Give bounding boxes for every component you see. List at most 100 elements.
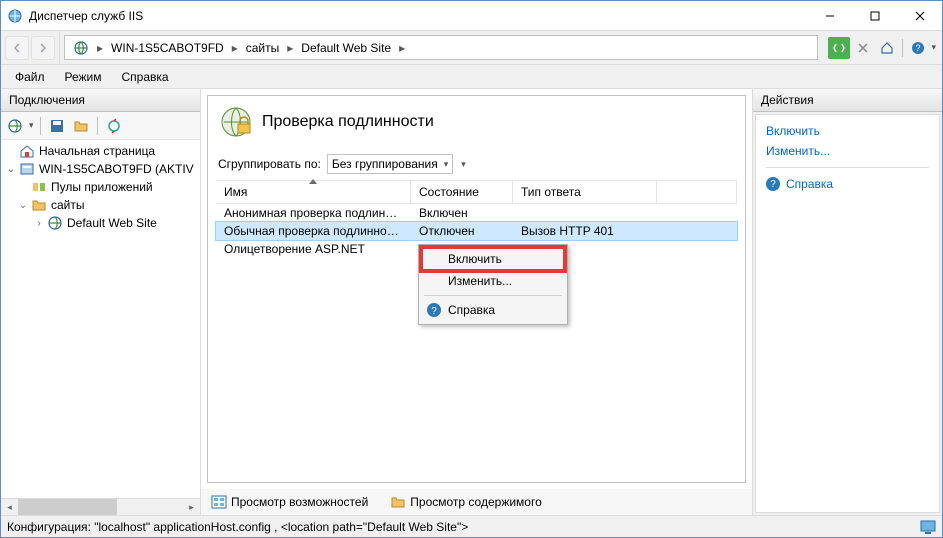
tab-features-label: Просмотр возможностей bbox=[231, 495, 368, 509]
group-by-select[interactable]: Без группирования ▾ bbox=[327, 154, 453, 174]
nav-back-button[interactable] bbox=[5, 36, 29, 60]
close-button[interactable] bbox=[897, 1, 942, 30]
actions-body: Включить Изменить... ? Справка bbox=[755, 114, 940, 513]
content-view-icon bbox=[390, 494, 406, 510]
action-edit[interactable]: Изменить... bbox=[766, 141, 929, 161]
tree-app-pools-label: Пулы приложений bbox=[49, 180, 153, 194]
tree-sites[interactable]: ⌄ сайты bbox=[1, 196, 200, 214]
feature-view: Проверка подлинности Сгруппировать по: Б… bbox=[207, 95, 746, 483]
tab-content-view[interactable]: Просмотр содержимого bbox=[384, 491, 547, 513]
tab-content-label: Просмотр содержимого bbox=[410, 495, 541, 509]
menu-help[interactable]: Справка bbox=[112, 68, 179, 86]
cell-state: Отключен bbox=[411, 224, 513, 238]
statusbar: Конфигурация: "localhost" applicationHos… bbox=[1, 515, 942, 537]
actions-header: Действия bbox=[753, 89, 942, 112]
house-icon bbox=[19, 143, 35, 159]
column-name[interactable]: Имя bbox=[216, 181, 411, 203]
refresh-button[interactable] bbox=[828, 37, 850, 59]
titlebar: Диспетчер служб IIS bbox=[1, 1, 942, 31]
horizontal-scrollbar[interactable]: ◂ ▸ bbox=[1, 498, 200, 515]
nav-forward-button[interactable] bbox=[31, 36, 55, 60]
ctx-edit[interactable]: Изменить... bbox=[422, 270, 564, 292]
breadcrumb[interactable]: ▸ WIN-1S5CABOT9FD ▸ сайты ▸ Default Web … bbox=[64, 35, 818, 60]
scroll-right-button[interactable]: ▸ bbox=[183, 499, 200, 515]
center-footer-tabs: Просмотр возможностей Просмотр содержимо… bbox=[201, 489, 752, 515]
tree-server-label: WIN-1S5CABOT9FD (AKTIV bbox=[37, 162, 194, 176]
stop-button[interactable] bbox=[852, 37, 874, 59]
breadcrumb-server[interactable]: WIN-1S5CABOT9FD bbox=[107, 36, 228, 59]
grouping-extra-dropdown[interactable]: ▾ bbox=[461, 159, 466, 170]
column-response[interactable]: Тип ответа bbox=[513, 181, 657, 203]
site-icon bbox=[47, 215, 63, 231]
ctx-help[interactable]: ? Справка bbox=[422, 299, 564, 321]
context-menu: Включить Изменить... ? Справка bbox=[418, 244, 568, 325]
chevron-right-icon[interactable]: ▸ bbox=[285, 41, 295, 55]
ctx-edit-label: Изменить... bbox=[448, 274, 512, 288]
action-help[interactable]: ? Справка bbox=[766, 174, 929, 194]
status-monitor-icon bbox=[920, 519, 936, 535]
tab-features-view[interactable]: Просмотр возможностей bbox=[205, 491, 374, 513]
chevron-right-icon[interactable]: ▸ bbox=[95, 41, 105, 55]
list-body: Анонимная проверка подлинно... Включен О… bbox=[216, 204, 737, 474]
center-panel: Проверка подлинности Сгруппировать по: Б… bbox=[201, 89, 752, 515]
chevron-right-icon[interactable]: ▸ bbox=[397, 41, 407, 55]
breadcrumb-default-site[interactable]: Default Web Site bbox=[297, 36, 395, 59]
minimize-button[interactable] bbox=[807, 1, 852, 30]
scroll-left-button[interactable]: ◂ bbox=[1, 499, 18, 515]
group-by-label: Сгруппировать по: bbox=[218, 157, 321, 171]
tree-start-label: Начальная страница bbox=[37, 144, 155, 158]
tree-default-site-label: Default Web Site bbox=[65, 216, 157, 230]
cell-state: Включен bbox=[411, 206, 513, 220]
expander-icon[interactable]: ⌄ bbox=[5, 164, 17, 175]
main-area: Подключения ▾ Начальная страница ⌄ WIN-1… bbox=[1, 89, 942, 515]
chevron-down-icon: ▾ bbox=[444, 159, 449, 170]
scroll-thumb[interactable] bbox=[18, 499, 117, 515]
menu-mode[interactable]: Режим bbox=[55, 68, 112, 86]
maximize-button[interactable] bbox=[852, 1, 897, 30]
action-help-label: Справка bbox=[786, 177, 833, 191]
refresh-tree-button[interactable] bbox=[104, 116, 124, 136]
app-pools-icon bbox=[31, 179, 47, 195]
action-edit-label: Изменить... bbox=[766, 144, 830, 158]
menu-file[interactable]: Файл bbox=[5, 68, 55, 86]
column-extra[interactable] bbox=[657, 181, 737, 203]
page-title: Проверка подлинности bbox=[262, 113, 434, 131]
ctx-help-label: Справка bbox=[448, 303, 495, 317]
cell-name: Олицетворение ASP.NET bbox=[216, 242, 411, 256]
tree-start-page[interactable]: Начальная страница bbox=[1, 142, 200, 160]
help-icon: ? bbox=[426, 302, 442, 318]
list-row[interactable]: Обычная проверка подлинности Отключен Вы… bbox=[216, 222, 737, 240]
status-text: Конфигурация: "localhost" applicationHos… bbox=[7, 520, 468, 534]
connections-header: Подключения bbox=[1, 89, 200, 112]
auth-list: Имя Состояние Тип ответа Анонимная прове… bbox=[216, 180, 737, 474]
navbar: ▸ WIN-1S5CABOT9FD ▸ сайты ▸ Default Web … bbox=[1, 31, 942, 65]
open-folder-button[interactable] bbox=[71, 116, 91, 136]
folder-icon bbox=[31, 197, 47, 213]
tree-server[interactable]: ⌄ WIN-1S5CABOT9FD (AKTIV bbox=[1, 160, 200, 178]
save-button[interactable] bbox=[47, 116, 67, 136]
help-button[interactable]: ? bbox=[907, 37, 929, 59]
ctx-enable[interactable]: Включить bbox=[422, 248, 564, 270]
tree-default-site[interactable]: › Default Web Site bbox=[1, 214, 200, 232]
expander-icon[interactable]: › bbox=[33, 218, 45, 229]
group-by-value: Без группирования bbox=[332, 157, 438, 171]
chevron-right-icon[interactable]: ▸ bbox=[230, 41, 240, 55]
connections-tree[interactable]: Начальная страница ⌄ WIN-1S5CABOT9FD (AK… bbox=[1, 140, 200, 498]
action-enable[interactable]: Включить bbox=[766, 121, 929, 141]
connect-dropdown-icon[interactable]: ▾ bbox=[29, 120, 34, 131]
help-dropdown-icon[interactable]: ▾ bbox=[931, 42, 936, 53]
connections-panel: Подключения ▾ Начальная страница ⌄ WIN-1… bbox=[1, 89, 201, 515]
breadcrumb-sites[interactable]: сайты bbox=[242, 36, 284, 59]
tree-app-pools[interactable]: Пулы приложений bbox=[1, 178, 200, 196]
home-button[interactable] bbox=[876, 37, 898, 59]
help-icon: ? bbox=[766, 177, 780, 191]
action-separator bbox=[766, 167, 929, 168]
column-state[interactable]: Состояние bbox=[411, 181, 513, 203]
app-icon bbox=[7, 8, 23, 24]
window-title: Диспетчер служб IIS bbox=[29, 9, 807, 23]
grouping-row: Сгруппировать по: Без группирования ▾ ▾ bbox=[208, 148, 745, 180]
connect-button[interactable] bbox=[5, 116, 25, 136]
expander-icon[interactable]: ⌄ bbox=[17, 200, 29, 211]
list-row[interactable]: Анонимная проверка подлинно... Включен bbox=[216, 204, 737, 222]
tree-sites-label: сайты bbox=[49, 198, 85, 212]
